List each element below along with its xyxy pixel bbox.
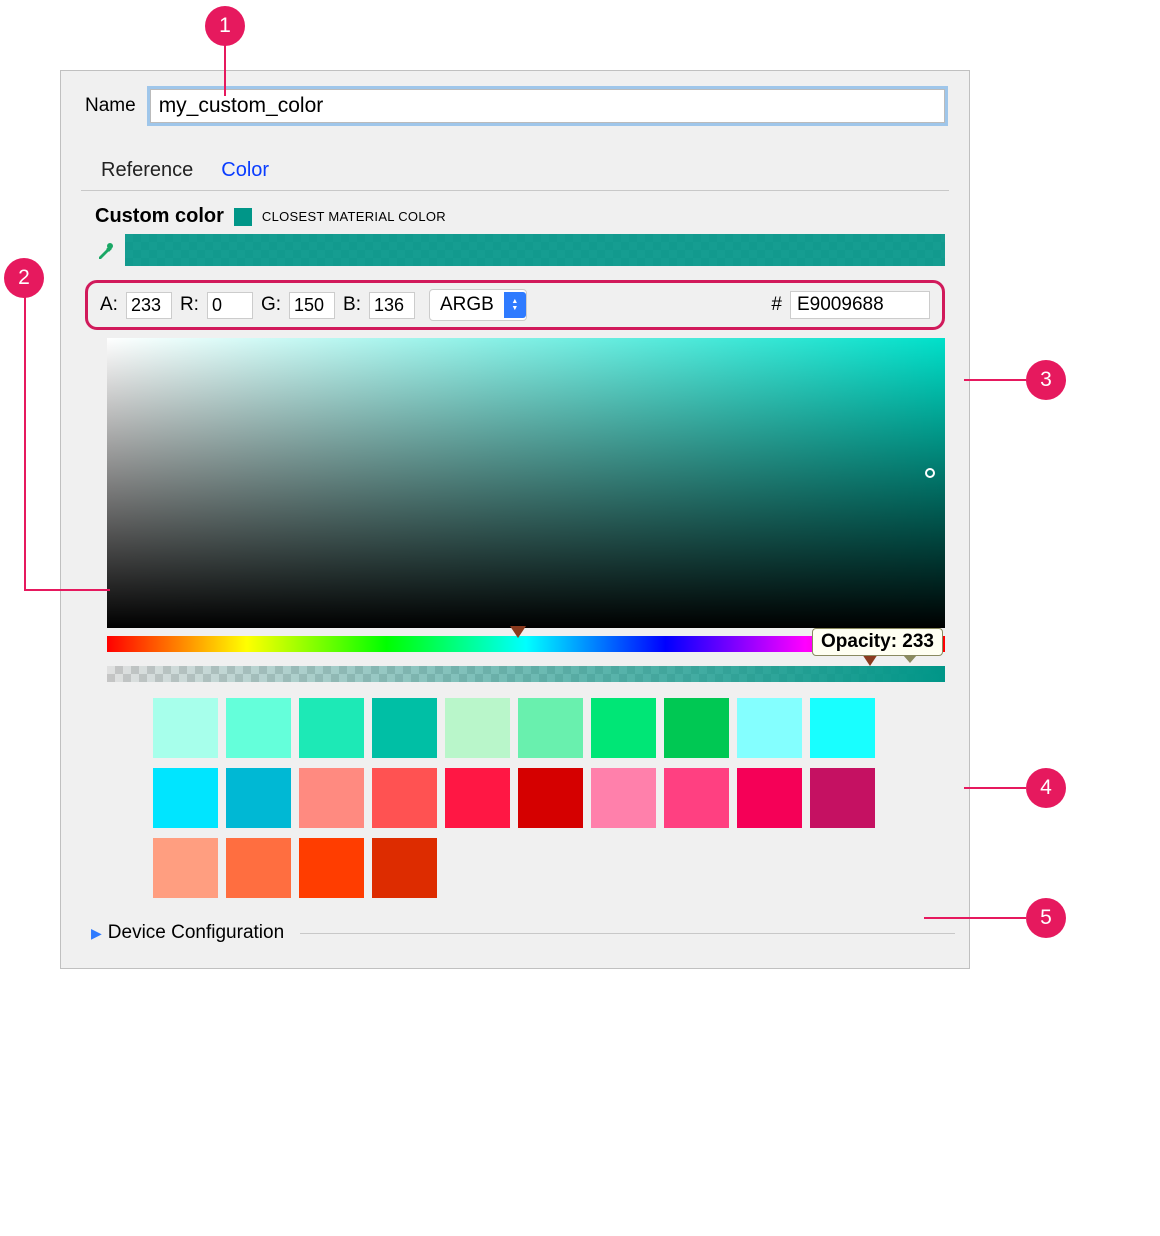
color-swatch[interactable]	[445, 698, 510, 758]
color-swatch[interactable]	[737, 768, 802, 828]
green-label: G:	[261, 294, 281, 316]
color-mode-select[interactable]: ARGB ▲▼	[429, 289, 527, 321]
divider	[300, 933, 955, 934]
callout-leader	[924, 917, 1026, 919]
saturation-value-picker[interactable]	[107, 338, 945, 628]
color-swatch[interactable]	[226, 838, 291, 898]
color-swatch[interactable]	[664, 768, 729, 828]
custom-color-header: Custom color CLOSEST MATERIAL COLOR	[75, 191, 955, 234]
name-label: Name	[85, 95, 136, 117]
color-swatch[interactable]	[445, 768, 510, 828]
callout-leader	[24, 589, 110, 591]
hue-slider-handle[interactable]	[510, 626, 526, 638]
color-swatch[interactable]	[518, 698, 583, 758]
custom-color-heading: Custom color	[95, 205, 224, 228]
red-input[interactable]	[207, 292, 253, 319]
color-swatch[interactable]	[737, 698, 802, 758]
color-swatch[interactable]	[591, 698, 656, 758]
color-swatch[interactable]	[153, 838, 218, 898]
opacity-slider[interactable]: Opacity: 233	[107, 666, 945, 682]
tab-reference[interactable]: Reference	[101, 159, 193, 182]
color-swatch[interactable]	[664, 698, 729, 758]
alpha-label: A:	[100, 294, 118, 316]
name-row: Name	[75, 85, 955, 137]
color-swatch[interactable]	[153, 768, 218, 828]
color-preview[interactable]	[125, 234, 945, 266]
color-swatch[interactable]	[299, 698, 364, 758]
callout-1: 1	[205, 6, 245, 46]
color-editor-panel: Name Reference Color Custom color CLOSES…	[60, 70, 970, 969]
color-swatch[interactable]	[518, 768, 583, 828]
color-swatch[interactable]	[153, 698, 218, 758]
alpha-input[interactable]	[126, 292, 172, 319]
blue-label: B:	[343, 294, 361, 316]
color-swatch[interactable]	[372, 768, 437, 828]
red-label: R:	[180, 294, 199, 316]
color-swatch[interactable]	[591, 768, 656, 828]
green-input[interactable]	[289, 292, 335, 319]
callout-5: 5	[1026, 898, 1066, 938]
color-swatch[interactable]	[810, 698, 875, 758]
device-configuration-label: Device Configuration	[108, 922, 284, 944]
closest-material-label: CLOSEST MATERIAL COLOR	[262, 209, 446, 224]
disclosure-triangle-icon[interactable]: ▶	[91, 925, 102, 942]
tabs: Reference Color	[81, 137, 949, 191]
callout-leader	[964, 787, 1026, 789]
color-mode-value: ARGB	[440, 294, 494, 316]
opacity-tooltip: Opacity: 233	[812, 628, 943, 656]
callout-4: 4	[1026, 768, 1066, 808]
swatch-row	[153, 768, 945, 828]
closest-material-swatch	[234, 208, 252, 226]
eyedropper-icon[interactable]	[95, 239, 117, 261]
callout-leader	[24, 296, 26, 590]
name-input[interactable]	[150, 89, 945, 123]
stepper-icon: ▲▼	[504, 292, 526, 318]
color-swatch[interactable]	[226, 768, 291, 828]
color-swatch[interactable]	[299, 838, 364, 898]
argb-inputs: A: R: G: B: ARGB ▲▼ #	[85, 280, 945, 330]
picker-cursor[interactable]	[925, 468, 935, 478]
color-swatch[interactable]	[299, 768, 364, 828]
hex-input[interactable]	[790, 291, 930, 319]
swatch-row	[153, 698, 945, 758]
swatch-row	[153, 838, 945, 898]
opacity-gradient	[107, 666, 945, 682]
preview-row	[75, 234, 955, 274]
device-configuration-section[interactable]: ▶ Device Configuration	[91, 922, 955, 944]
tab-color[interactable]: Color	[221, 159, 269, 182]
color-preview-overlay	[125, 234, 945, 266]
callout-2: 2	[4, 258, 44, 298]
color-swatch[interactable]	[372, 698, 437, 758]
callout-leader	[964, 379, 1026, 381]
callout-leader	[224, 44, 226, 96]
color-swatch[interactable]	[810, 768, 875, 828]
color-swatch[interactable]	[372, 838, 437, 898]
swatch-grid	[153, 698, 945, 898]
blue-input[interactable]	[369, 292, 415, 319]
callout-3: 3	[1026, 360, 1066, 400]
hex-hash-label: #	[771, 294, 782, 316]
color-swatch[interactable]	[226, 698, 291, 758]
